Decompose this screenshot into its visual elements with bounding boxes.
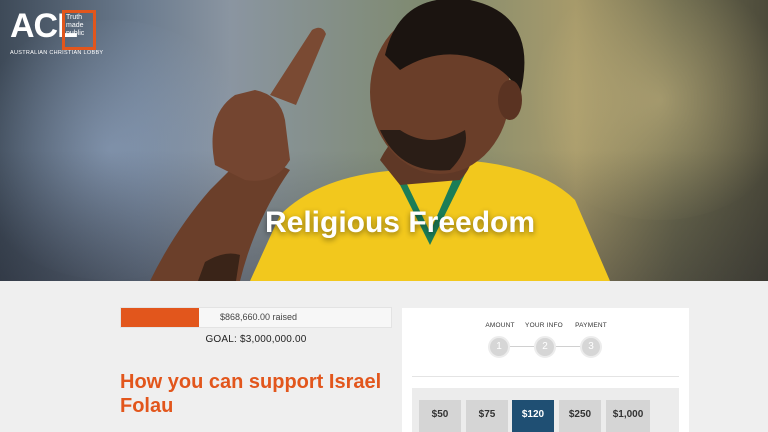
- amount-button-120[interactable]: $120: [512, 400, 554, 432]
- panel-divider: [412, 376, 679, 377]
- hero-banner: ACL Truth made public AUSTRALIAN CHRISTI…: [0, 0, 768, 281]
- logo-subtitle: AUSTRALIAN CHRISTIAN LOBBY: [10, 50, 104, 56]
- amount-button-75[interactable]: $75: [466, 400, 508, 432]
- amount-button-1000[interactable]: $1,000: [606, 400, 650, 432]
- step-1-indicator[interactable]: 1: [488, 336, 510, 358]
- step-3-indicator[interactable]: 3: [580, 336, 602, 358]
- hero-title: Religious Freedom: [264, 206, 536, 239]
- step-connector: [510, 346, 534, 347]
- progress-fill: [121, 308, 200, 327]
- amount-button-50[interactable]: $50: [419, 400, 461, 432]
- step-label-payment: PAYMENT: [575, 322, 607, 329]
- acl-logo[interactable]: ACL Truth made public AUSTRALIAN CHRISTI…: [10, 6, 103, 58]
- donation-panel: AMOUNT YOUR INFO PAYMENT 1 2 3 $50 $75 $…: [402, 308, 689, 432]
- step-connector: [556, 346, 580, 347]
- support-headline: How you can support Israel Folau: [120, 371, 382, 417]
- amount-button-250[interactable]: $250: [559, 400, 601, 432]
- logo-tagline: Truth made public: [66, 14, 85, 37]
- raised-amount: $868,660.00 raised: [220, 312, 298, 322]
- goal-amount: GOAL: $3,000,000.00: [205, 334, 307, 345]
- step-2-indicator[interactable]: 2: [534, 336, 556, 358]
- donation-steps: AMOUNT YOUR INFO PAYMENT 1 2 3: [402, 308, 689, 368]
